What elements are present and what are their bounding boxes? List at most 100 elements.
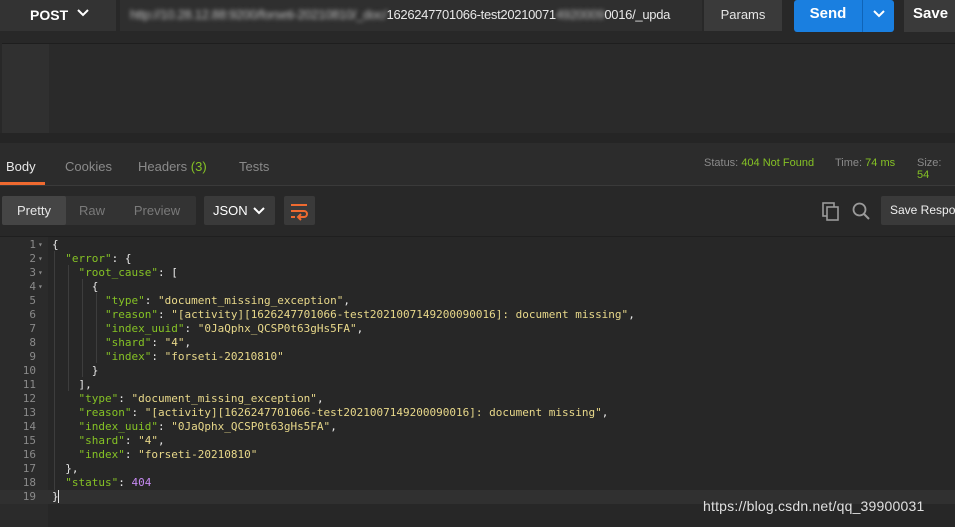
code-line: 4 ▾ { <box>0 280 955 294</box>
line-number: 6 <box>29 308 36 321</box>
fold-toggle-icon[interactable]: ▾ <box>38 280 43 294</box>
code-text: ], <box>52 378 92 391</box>
url-input[interactable]: http://10.28.12.88:9200/forseti-20210810… <box>120 0 702 31</box>
pane-divider[interactable] <box>0 133 955 143</box>
line-number: 2 <box>29 252 36 265</box>
code-text: }, <box>52 462 79 475</box>
headers-count-badge: (3) <box>190 159 207 174</box>
code-text: "error": { <box>65 252 132 265</box>
code-line: 12 "type": "document_missing_exception", <box>0 392 955 406</box>
fold-toggle-icon[interactable]: ▾ <box>38 252 43 266</box>
format-select[interactable]: JSON <box>204 196 275 225</box>
view-preview-button[interactable]: Preview <box>118 196 196 225</box>
send-button[interactable]: Send <box>794 0 862 32</box>
line-number: 1 <box>29 238 36 251</box>
response-toolbar: Pretty Raw Preview JSON Save Response <box>0 186 955 235</box>
tab-cookies[interactable]: Cookies <box>65 159 112 174</box>
fold-toggle-icon[interactable]: ▾ <box>38 266 43 280</box>
line-number: 16 <box>22 448 36 461</box>
wrap-lines-button[interactable] <box>284 196 315 225</box>
line-number: 3 <box>29 266 36 279</box>
time-readout: Time: 74 ms <box>835 157 895 169</box>
code-text: "reason": "[activity][1626247701066-test… <box>104 308 635 321</box>
code-text: "shard": "4", <box>104 336 192 349</box>
size-readout: Size: 54 <box>917 157 955 181</box>
line-number: 7 <box>29 322 36 335</box>
code-line: 9 "index": "forseti-20210810" <box>0 350 955 364</box>
fold-toggle-icon[interactable]: ▾ <box>38 238 43 252</box>
code-line: 16 "index": "forseti-20210810" <box>0 448 955 462</box>
response-body-viewer[interactable]: 1 ▾{2 ▾ "error": {3 ▾ "root_cause": [4 ▾ {5 … <box>0 236 955 527</box>
watermark: https://blog.csdn.net/qq_39900031 <box>703 498 925 514</box>
view-pretty-button[interactable]: Pretty <box>2 196 66 225</box>
code-line: 18 "status": 404 <box>0 476 955 490</box>
url-end: 0016/_upda <box>604 7 671 22</box>
line-number: 15 <box>22 434 36 447</box>
code-line: 6 "reason": "[activity][1626247701066-te… <box>0 308 955 322</box>
send-dropdown-button[interactable] <box>862 0 894 32</box>
code-text: "index_uuid": "0JaQphx_QCSP0t63gHs5FA", <box>78 420 337 433</box>
code-line: 7 "index_uuid": "0JaQphx_QCSP0t63gHs5FA"… <box>0 322 955 336</box>
line-number: 11 <box>22 378 36 391</box>
line-number: 12 <box>22 392 36 405</box>
time-key: Time: <box>835 157 863 169</box>
code-text: "index": "forseti-20210810" <box>104 350 284 363</box>
text-cursor <box>58 490 59 503</box>
request-body-editor[interactable] <box>2 43 955 133</box>
line-number: 5 <box>29 294 36 307</box>
code-text: { <box>52 238 59 251</box>
code-line: 10 } <box>0 364 955 378</box>
code-line: 15 "shard": "4", <box>0 434 955 448</box>
code-text: "index_uuid": "0JaQphx_QCSP0t63gHs5FA", <box>104 322 364 335</box>
code-text: "shard": "4", <box>78 434 165 447</box>
code-line: 3 ▾ "root_cause": [ <box>0 266 955 280</box>
tab-headers[interactable]: Headers (3) <box>138 159 207 174</box>
save-response-button[interactable]: Save Response <box>881 196 955 225</box>
editor-gutter <box>2 44 49 133</box>
save-button[interactable]: Save <box>904 0 955 32</box>
code-line: 17 }, <box>0 462 955 476</box>
line-number: 10 <box>22 364 36 377</box>
line-number: 14 <box>22 420 36 433</box>
line-number: 4 <box>29 280 36 293</box>
code-text: "root_cause": [ <box>78 266 178 279</box>
code-text: } <box>52 364 99 377</box>
code-line: 13 "reason": "[activity][1626247701066-t… <box>0 406 955 420</box>
tab-headers-label: Headers <box>138 159 188 174</box>
code-text: "status": 404 <box>65 476 152 489</box>
line-number: 19 <box>22 490 36 503</box>
line-number: 18 <box>22 476 36 489</box>
code-line: 14 "index_uuid": "0JaQphx_QCSP0t63gHs5FA… <box>0 420 955 434</box>
size-value: 54 <box>917 169 930 181</box>
code-text: { <box>52 280 99 293</box>
tab-body[interactable]: Body <box>6 159 36 174</box>
chevron-down-icon <box>873 10 885 18</box>
line-number: 17 <box>22 462 36 475</box>
code-text: "type": "document_missing_exception", <box>78 392 324 405</box>
code-text: "reason": "[activity][1626247701066-test… <box>78 406 609 419</box>
view-mode-group: Pretty Raw Preview <box>2 196 196 225</box>
url-obscured-mid: 4920009 <box>555 7 605 22</box>
code-line: 1 ▾ { <box>0 238 955 252</box>
status-readout: Status: 404 Not Found <box>704 157 814 169</box>
format-select-value: JSON <box>213 203 248 218</box>
code-line: 8 "shard": "4", <box>0 336 955 350</box>
copy-icon[interactable] <box>821 201 841 221</box>
method-label: POST <box>30 7 69 23</box>
request-bar: POST http://10.28.12.88:9200/forseti-202… <box>0 0 955 32</box>
method-select[interactable]: POST <box>0 0 116 31</box>
chevron-down-icon <box>253 207 265 215</box>
size-key: Size: <box>917 157 942 169</box>
code-text: "index": "forseti-20210810" <box>78 448 258 461</box>
code-line: 2 ▾ "error": { <box>0 252 955 266</box>
code-line: 11 ], <box>0 378 955 392</box>
response-tabs: Body Cookies Headers (3) Tests Status: 4… <box>0 143 955 186</box>
search-icon[interactable] <box>851 201 871 221</box>
url-obscured-prefix: http://10.28.12.88:9200/forseti-20210810… <box>130 7 387 22</box>
tab-tests[interactable]: Tests <box>239 159 269 174</box>
params-button[interactable]: Params <box>704 0 782 31</box>
active-tab-indicator <box>0 182 45 185</box>
status-value: 404 Not Found <box>741 157 815 169</box>
view-raw-button[interactable]: Raw <box>66 196 118 225</box>
line-number: 13 <box>22 406 36 419</box>
